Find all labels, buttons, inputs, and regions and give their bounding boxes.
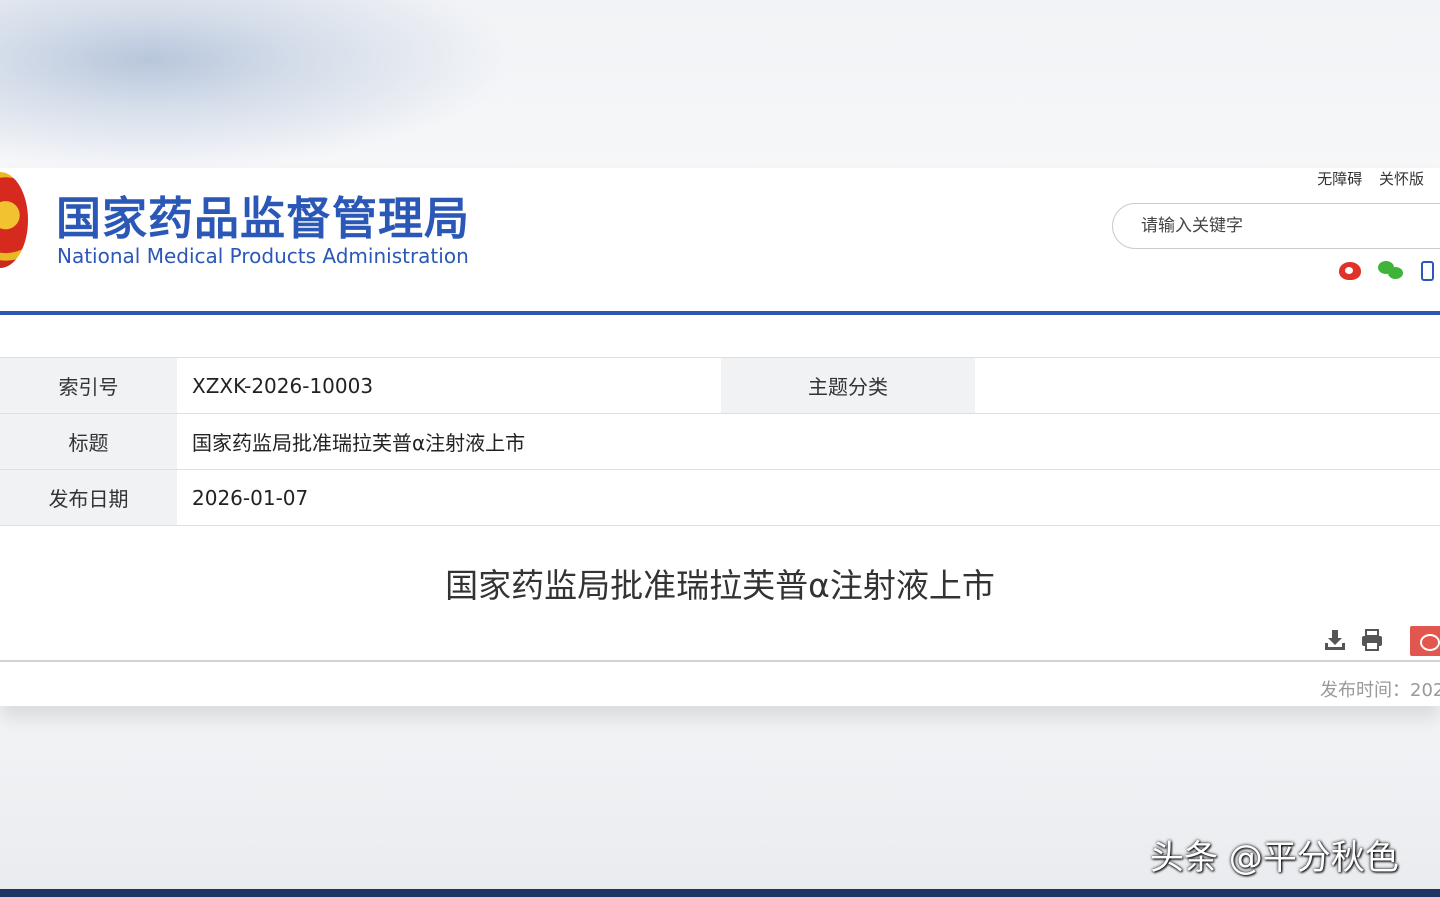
bottom-bar	[0, 889, 1440, 897]
site-title: 国家药品监督管理局	[56, 192, 471, 245]
article-title: 国家药监局批准瑞拉芙普α注射液上市	[445, 566, 995, 605]
social-links	[1327, 260, 1434, 286]
print-icon[interactable]	[1360, 628, 1384, 652]
download-icon[interactable]	[1323, 628, 1347, 652]
index-label: 索引号	[0, 358, 177, 413]
site-subtitle: National Medical Products Administration	[57, 244, 469, 268]
date-label: 发布日期	[0, 470, 177, 525]
article-divider	[0, 660, 1440, 662]
table-row: 标题 国家药监局批准瑞拉芙普α注射液上市	[0, 414, 1440, 470]
header-divider	[0, 311, 1440, 315]
publish-time: 发布时间：202	[1320, 680, 1440, 701]
wechat-icon[interactable]	[1377, 260, 1404, 281]
search-box[interactable]	[1112, 203, 1440, 249]
date-value: 2026-01-07	[192, 485, 309, 510]
accessibility-link[interactable]: 无障碍	[1317, 170, 1362, 188]
mobile-icon[interactable]	[1421, 260, 1434, 281]
watermark-text: 头条 @平分秋色	[1150, 838, 1399, 878]
page-panel: 国家药品监督管理局 National Medical Products Admi…	[0, 168, 1440, 706]
blurred-background-top	[0, 0, 1440, 170]
index-value: XZXK-2026-10003	[192, 373, 374, 398]
top-links: 无障碍 关怀版	[1305, 168, 1424, 189]
title-label: 标题	[0, 414, 177, 469]
weibo-icon[interactable]	[1338, 261, 1361, 280]
weibo-share-icon[interactable]	[1410, 626, 1440, 656]
table-row: 发布日期 2026-01-07	[0, 470, 1440, 526]
national-emblem-icon	[0, 172, 28, 268]
category-label: 主题分类	[721, 358, 975, 413]
info-table: 索引号 XZXK-2026-10003 主题分类 标题 国家药监局批准瑞拉芙普α…	[0, 357, 1440, 526]
title-value: 国家药监局批准瑞拉芙普α注射液上市	[192, 431, 526, 455]
search-input[interactable]	[1139, 215, 1440, 237]
table-row: 索引号 XZXK-2026-10003 主题分类	[0, 358, 1440, 414]
care-mode-link[interactable]: 关怀版	[1379, 170, 1424, 188]
